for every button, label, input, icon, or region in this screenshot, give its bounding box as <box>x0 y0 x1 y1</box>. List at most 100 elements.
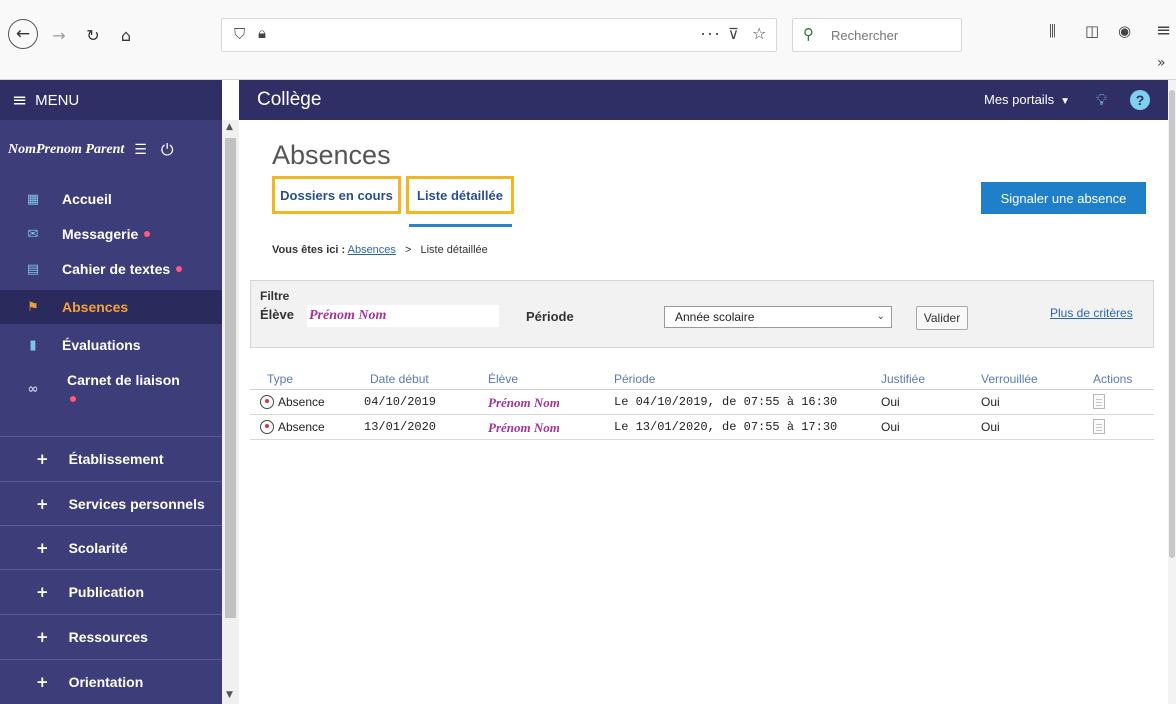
plus-icon: + <box>36 494 49 513</box>
eleve-cell: Prénom Nom <box>488 395 560 410</box>
page-scrollbar[interactable] <box>1168 80 1176 704</box>
browser-toolbar: ← → ↻ ⌂ ⛉ 🔒︎ ··· ⊽ ☆ ⚲ Rechercher ⫼ ◫ ◉ … <box>0 0 1176 80</box>
sidebar-scrollbar[interactable]: ▲ ▼ <box>222 120 239 704</box>
chevron-down-icon: ⌄ <box>876 311 885 322</box>
type-value: Absence <box>278 420 325 434</box>
column-header-verrouillee[interactable]: Verrouillée <box>981 372 1038 386</box>
notification-dot <box>144 231 151 237</box>
sidebar-item-absences[interactable]: ⚑ Absences <box>0 290 222 324</box>
help-icon[interactable]: ? <box>1130 90 1150 110</box>
scroll-down-icon[interactable]: ▼ <box>226 690 233 700</box>
absence-type-icon <box>260 419 274 434</box>
validate-button[interactable]: Valider <box>916 306 968 330</box>
back-arrow-icon[interactable]: ← <box>8 19 38 49</box>
hamburger-icon: ≡ <box>12 89 28 111</box>
column-header-eleve[interactable]: Élève <box>488 372 518 386</box>
url-bar[interactable]: ⛉ 🔒︎ ··· ⊽ ☆ <box>221 18 777 52</box>
grid-icon: ▦ <box>26 191 40 207</box>
lock-icon[interactable]: 🔒︎ <box>258 24 266 42</box>
sidebar-item-label: Cahier de textes <box>62 261 171 277</box>
sidebar-item-messagerie[interactable]: ✉ Messagerie <box>0 217 222 251</box>
sidebar-section-publication[interactable]: + Publication <box>0 569 222 613</box>
sidebar-item-label: Évaluations <box>62 337 141 353</box>
table-row[interactable]: Absence 04/10/2019 Prénom Nom Le 04/10/2… <box>250 391 1154 415</box>
justifiee-cell: Oui <box>881 395 900 409</box>
sidebar-item-carnet-de-liaison[interactable]: ∞ Carnet de liaison <box>0 370 222 420</box>
plus-icon: + <box>36 582 49 601</box>
date-cell: 04/10/2019 <box>364 395 437 409</box>
tab-liste-detaillee[interactable]: Liste détaillée <box>406 176 514 214</box>
sidebar-item-evaluations[interactable]: ▮ Évaluations <box>0 328 222 362</box>
column-header-date[interactable]: Date début <box>370 372 429 386</box>
lightbulb-icon[interactable]: 💡︎ <box>1096 90 1107 110</box>
sidebar-section-orientation[interactable]: + Orientation <box>0 659 222 703</box>
periode-select[interactable]: Année scolaire ⌄ <box>664 306 892 328</box>
notification-dot <box>176 266 183 272</box>
sidebar-item-label: Messagerie <box>62 226 139 242</box>
sidebar-scroll-thumb[interactable] <box>225 138 236 618</box>
type-cell: Absence <box>260 419 325 435</box>
link-icon: ∞ <box>27 382 39 397</box>
sidebar: ≡ MENU NomPrenom Parent ☰ ⏻ ▦ Accueil ✉ … <box>0 80 222 704</box>
filter-legend: Filtre <box>260 289 290 303</box>
browser-menu-icon[interactable]: ≡ <box>1156 20 1171 41</box>
menu-toggle[interactable]: ≡ MENU <box>0 80 222 120</box>
settings-sliders-icon[interactable]: ☰ <box>134 142 147 158</box>
sidebar-section-label: Publication <box>68 583 145 600</box>
sidebar-section-ressources[interactable]: + Ressources <box>0 614 222 658</box>
notification-dot <box>70 396 76 402</box>
envelope-icon: ✉ <box>27 226 39 242</box>
more-criteria-link[interactable]: Plus de critères <box>1050 306 1133 320</box>
account-icon[interactable]: ◉ <box>1118 22 1131 40</box>
column-header-periode[interactable]: Période <box>614 372 655 386</box>
tab-dossiers-en-cours[interactable]: Dossiers en cours <box>272 176 401 214</box>
forward-arrow-icon[interactable]: → <box>46 22 72 48</box>
periode-cell: Le 13/01/2020, de 07:55 à 17:30 <box>614 420 838 434</box>
overflow-chevron-icon[interactable]: » <box>1157 55 1166 71</box>
date-cell: 13/01/2020 <box>364 420 437 434</box>
pocket-icon[interactable]: ⊽ <box>728 25 739 43</box>
portals-menu-button[interactable]: Mes portails ▼ <box>984 92 1070 107</box>
sidebar-section-scolarite[interactable]: + Scolarité <box>0 525 222 569</box>
filter-eleve-label: Élève <box>260 307 294 322</box>
sidebar-section-services-personnels[interactable]: + Services personnels <box>0 481 222 525</box>
document-icon[interactable] <box>1093 394 1105 409</box>
user-row: NomPrenom Parent ☰ ⏻ <box>0 135 222 165</box>
logout-power-icon[interactable]: ⏻ <box>161 140 174 160</box>
browser-search-field[interactable]: ⚲ Rechercher <box>792 18 962 52</box>
sidebars-icon[interactable]: ◫ <box>1085 22 1099 40</box>
bookmark-star-icon[interactable]: ☆ <box>752 24 766 43</box>
shield-icon[interactable]: ⛉ <box>234 25 245 43</box>
home-icon[interactable]: ⌂ <box>113 22 139 48</box>
table-row[interactable]: Absence 13/01/2020 Prénom Nom Le 13/01/2… <box>250 416 1154 440</box>
document-icon[interactable] <box>1093 419 1105 434</box>
more-actions-icon[interactable]: ··· <box>700 23 721 44</box>
sidebar-section-etablissement[interactable]: + Établissement <box>0 436 222 480</box>
app-title[interactable]: Collège <box>257 89 321 111</box>
verrouillee-cell: Oui <box>981 395 1000 409</box>
type-cell: Absence <box>260 394 325 410</box>
table-header: Type Date début Élève Période Justifiée … <box>250 368 1154 390</box>
page-scroll-thumb[interactable] <box>1169 90 1175 558</box>
sidebar-item-cahier-de-textes[interactable]: ▤ Cahier de textes <box>0 252 222 286</box>
search-engine-icon: ⚲ <box>803 25 814 43</box>
column-header-type[interactable]: Type <box>267 372 293 386</box>
justifiee-cell: Oui <box>881 420 900 434</box>
scroll-up-icon[interactable]: ▲ <box>226 122 233 132</box>
sidebar-item-label: Accueil <box>62 191 112 207</box>
app-header: Collège Mes portails ▼ 💡︎ ? <box>239 80 1168 120</box>
filter-periode-label: Période <box>526 309 574 324</box>
type-value: Absence <box>278 395 325 409</box>
library-icon[interactable]: ⫼ <box>1049 22 1056 40</box>
reload-icon[interactable]: ↻ <box>80 22 106 48</box>
sidebar-item-accueil[interactable]: ▦ Accueil <box>0 182 222 216</box>
report-absence-button[interactable]: Signaler une absence <box>981 182 1146 214</box>
column-header-justifiee[interactable]: Justifiée <box>881 372 925 386</box>
breadcrumb-link-absences[interactable]: Absences <box>348 244 396 256</box>
plus-icon: + <box>36 449 49 468</box>
sidebar-section-label: Orientation <box>68 673 144 690</box>
filter-eleve-field[interactable]: Prénom Nom <box>307 305 499 327</box>
breadcrumb-separator: > <box>404 244 412 256</box>
user-name: NomPrenom Parent <box>8 142 125 157</box>
portals-label: Mes portails <box>984 92 1055 107</box>
